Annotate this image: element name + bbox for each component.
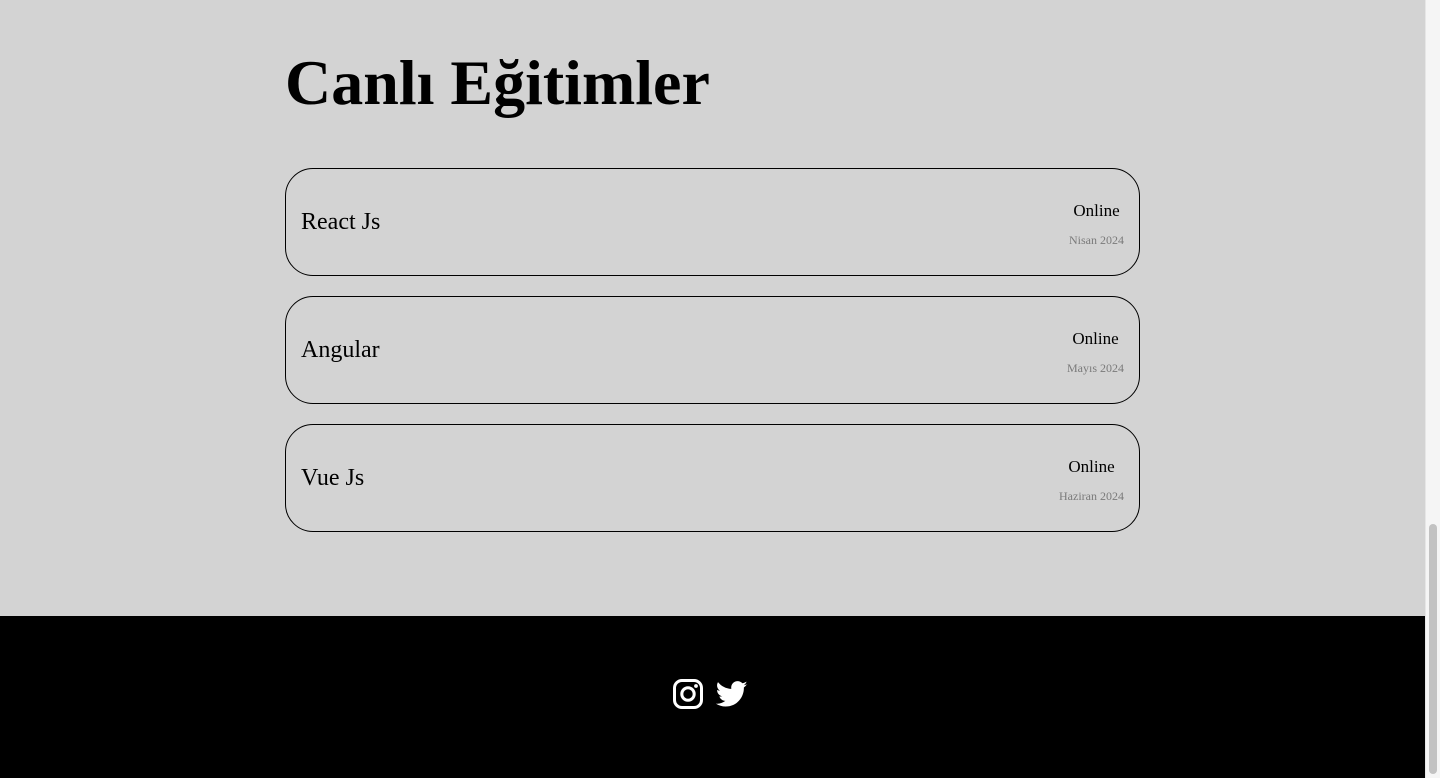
course-date: Mayıs 2024: [1067, 361, 1124, 375]
course-card-vue[interactable]: Vue Js Online Haziran 2024: [285, 424, 1140, 532]
footer: [0, 616, 1425, 778]
twitter-icon: [716, 681, 748, 707]
page-title: Canlı Eğitimler: [285, 47, 710, 118]
social-links: [672, 678, 748, 710]
course-mode: Online: [1068, 457, 1115, 476]
twitter-link[interactable]: [716, 678, 748, 710]
course-meta: Online Nisan 2024: [1069, 201, 1124, 247]
course-mode: Online: [1072, 329, 1119, 348]
scrollbar[interactable]: [1425, 0, 1440, 778]
course-name: Vue Js: [301, 464, 365, 491]
course-name: Angular: [301, 336, 380, 363]
course-mode: Online: [1073, 201, 1120, 220]
course-card-react[interactable]: React Js Online Nisan 2024: [285, 168, 1140, 276]
course-date: Haziran 2024: [1059, 489, 1124, 503]
course-meta: Online Mayıs 2024: [1067, 329, 1124, 375]
instagram-icon: [673, 679, 703, 709]
page: Canlı Eğitimler React Js Online Nisan 20…: [0, 0, 1425, 778]
course-list: React Js Online Nisan 2024 Angular Onlin…: [285, 168, 1140, 552]
course-date: Nisan 2024: [1069, 233, 1124, 247]
course-meta: Online Haziran 2024: [1059, 457, 1124, 503]
course-name: React Js: [301, 208, 381, 235]
scrollbar-thumb[interactable]: [1429, 524, 1437, 774]
course-card-angular[interactable]: Angular Online Mayıs 2024: [285, 296, 1140, 404]
instagram-link[interactable]: [672, 678, 704, 710]
